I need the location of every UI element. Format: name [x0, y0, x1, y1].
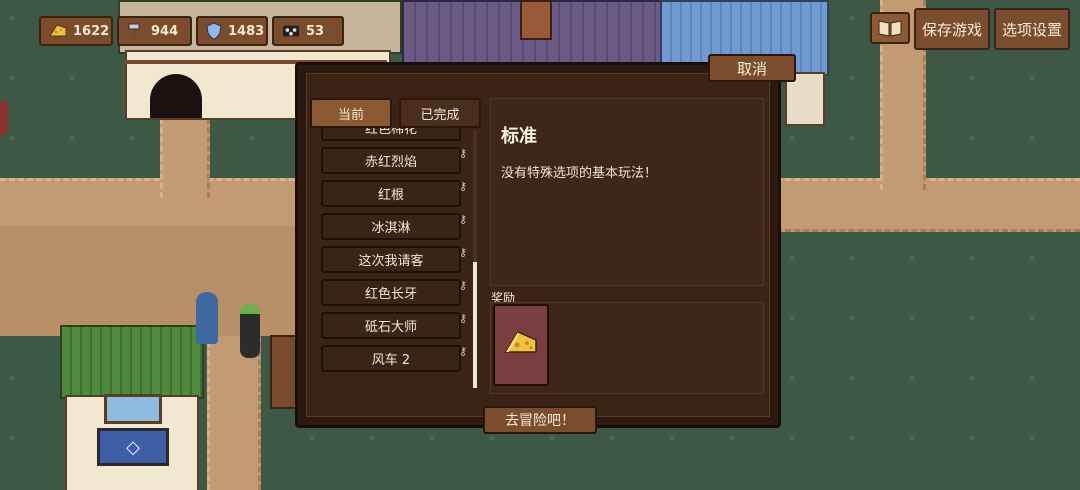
key-icon: ⚷ [458, 180, 467, 193]
list-scrollbar-thumb[interactable] [473, 262, 477, 388]
character-bird [196, 292, 218, 344]
character-frog [240, 304, 260, 358]
reward-slot[interactable] [493, 304, 549, 386]
hammer-count: 944 [151, 23, 179, 39]
list-item[interactable]: 冰淇淋 ⚷ [321, 213, 467, 240]
key-icon: ⚷ [458, 279, 467, 292]
hammer-icon [127, 22, 145, 40]
paw-count: 53 [306, 23, 325, 39]
dirt-path-vertical-left [160, 118, 210, 198]
list-item[interactable]: 这次我请客 ⚷ [321, 246, 467, 273]
detail-title: 标准 [501, 126, 537, 147]
cancel-button[interactable]: 取消 [708, 54, 796, 82]
tab-current[interactable]: 当前 [310, 98, 392, 128]
list-item[interactable]: 红色棉花 [321, 128, 461, 141]
key-icon: ⚷ [458, 312, 467, 325]
options-button[interactable]: 选项设置 [994, 8, 1070, 50]
list-item[interactable]: 砥石大师 ⚷ [321, 312, 467, 339]
tab-completed[interactable]: 已完成 [399, 98, 481, 128]
shield-count: 1483 [228, 23, 265, 39]
edge-object [0, 100, 8, 136]
cheese-icon [504, 330, 538, 360]
list-item[interactable]: 红色长牙 ⚷ [321, 279, 467, 306]
list-item[interactable]: 风车 2 ⚷ [321, 345, 467, 372]
list-item[interactable]: 红根 ⚷ [321, 180, 467, 207]
cheese-icon [49, 22, 67, 40]
cheese-count: 1622 [73, 23, 110, 39]
key-icon: ⚷ [458, 147, 467, 160]
detail-description: 没有特殊选项的基本玩法！ [501, 166, 658, 181]
shield-icon [206, 22, 222, 40]
key-icon: ⚷ [458, 213, 467, 226]
paw-icon [282, 22, 300, 40]
hud-paw-counter: 53 [272, 16, 344, 46]
key-icon: ⚷ [458, 246, 467, 259]
list-item[interactable]: 赤红烈焰 ⚷ [321, 147, 467, 174]
key-icon: ⚷ [458, 345, 467, 358]
start-adventure-button[interactable]: 去冒险吧！ [483, 406, 597, 434]
hud-hammer-counter: 944 [117, 16, 192, 46]
quest-list[interactable]: 红色棉花 赤红烈焰 ⚷ 红根 ⚷ 冰淇淋 ⚷ 这次我请客 ⚷ 红色长牙 ⚷ 砥石大师 ⚷ 风… [321, 128, 475, 390]
hud-cheese-counter: 1622 [39, 16, 113, 46]
book-icon[interactable] [870, 12, 910, 44]
hud-shield-counter: 1483 [196, 16, 268, 46]
save-game-button[interactable]: 保存游戏 [914, 8, 990, 50]
